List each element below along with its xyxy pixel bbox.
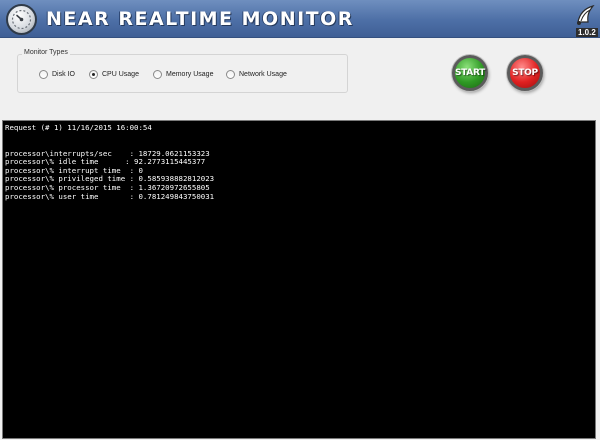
radio-button-icon[interactable] <box>153 70 162 79</box>
radio-button-icon[interactable] <box>39 70 48 79</box>
radio-memory-usage[interactable]: Memory Usage <box>153 69 213 80</box>
stop-button-label: STOP <box>512 68 538 78</box>
request-line: Request (# 1) 11/16/2015 16:00:54 <box>5 123 152 132</box>
radio-button-icon[interactable] <box>226 70 235 79</box>
console-line: processor\% user time : 0.78124984375003… <box>5 191 215 201</box>
radio-button-checked-icon[interactable] <box>89 70 98 79</box>
brand-logo-icon <box>572 2 598 28</box>
gauge-icon <box>6 4 37 35</box>
output-console[interactable]: Request (# 1) 11/16/2015 16:00:54 proces… <box>2 120 596 439</box>
monitor-types-legend: Monitor Types <box>22 48 70 58</box>
app-title: NEAR REALTIME MONITOR <box>46 8 354 30</box>
start-button[interactable]: START <box>452 55 488 91</box>
start-button-label: START <box>454 68 486 78</box>
console-spacer <box>5 133 593 150</box>
radio-label: Network Usage <box>239 70 287 78</box>
radio-cpu-usage[interactable]: CPU Usage <box>89 69 139 80</box>
radio-label: Disk IO <box>52 70 75 78</box>
radio-disk-io[interactable]: Disk IO <box>39 69 75 80</box>
radio-label: CPU Usage <box>102 70 139 78</box>
stop-button[interactable]: STOP <box>507 55 543 91</box>
title-bar: NEAR REALTIME MONITOR 1.0.2 <box>0 0 600 38</box>
radio-network-usage[interactable]: Network Usage <box>226 69 287 80</box>
radio-label: Memory Usage <box>166 70 214 78</box>
version-label: 1.0.2 <box>576 28 598 37</box>
